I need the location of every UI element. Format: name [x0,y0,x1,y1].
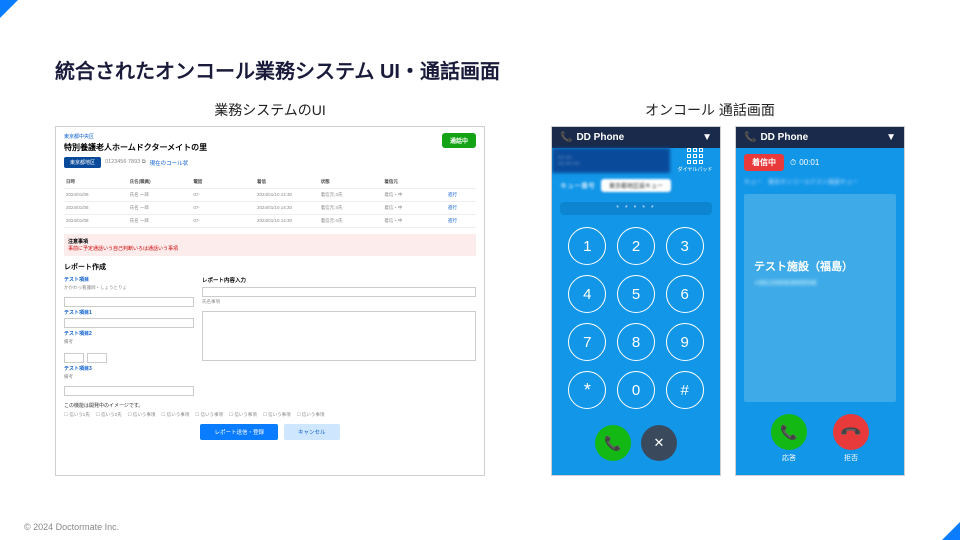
field1-label: テスト項目 [64,276,194,283]
dial-display: * * * * * [560,202,712,215]
key-4[interactable]: 4 [568,275,606,313]
report-section-title: レポート作成 [64,262,476,272]
phone-icon: 📞 [604,435,621,452]
chk[interactable]: 信いう事項 [229,412,257,418]
field4-label: テスト項目3 [64,365,194,372]
phone2-title: DD Phone [760,132,808,143]
queue-info: キュー 東京オンコールテスト施設キュー [736,177,904,190]
incoming-badge: 着信中 [744,154,784,171]
footer-copyright: © 2024 Doctormate Inc. [24,522,119,532]
key-hash[interactable]: # [666,371,704,409]
answer-button[interactable]: 📞 [771,414,807,450]
right-column-title: オンコール 通話画面 [515,100,905,120]
reject-label: 拒否 [844,453,858,463]
call-button[interactable]: 📞 [595,425,631,461]
phone1-header: 📞 DD Phone ▼ [552,127,720,148]
key-6[interactable]: 6 [666,275,704,313]
chk[interactable]: 信いう事項 [297,412,325,418]
field2-input[interactable] [64,318,194,328]
chevron-down-icon[interactable]: ▼ [702,132,712,143]
chk[interactable]: 信いう事項 [263,412,291,418]
field1-input[interactable] [64,297,194,307]
facility-id: 0123456 7893 ⧉ [105,159,146,166]
call-timer: 00:01 [790,158,819,168]
dialpad-icon [687,148,703,164]
field3-label: テスト項目2 [64,330,194,337]
chk[interactable]: 信いう2氏 [96,412,122,418]
key-7[interactable]: 7 [568,323,606,361]
key-9[interactable]: 9 [666,323,704,361]
phone-down-icon: 📞 [839,420,863,444]
phone-link[interactable]: 現在のコール状 [150,159,189,167]
field3b-input[interactable] [87,353,107,363]
left-column-title: 業務システムのUI [55,100,485,120]
report-textarea[interactable] [202,311,476,361]
keypad: 1 2 3 4 5 6 7 8 9 * 0 # [552,219,720,417]
phone-icon: 📞 [780,424,797,441]
caller-number: +081339583899558 [754,280,886,287]
phone-icon: 📞 [560,132,572,143]
table-header-row: 日時 氏名(職員) 電話 着信 状態 着信元 [64,176,476,189]
clear-button[interactable]: ✕ [641,425,677,461]
chk[interactable]: 信いう事項 [161,412,189,418]
table-row[interactable]: 2024/01/08 氏名 一郎 07- 2024/01/10 14:30 着信… [64,189,476,202]
phone-incoming: 📞 DD Phone ▼ 着信中 00:01 キュー 東京オンコールテスト施設キ… [735,126,905,476]
key-5[interactable]: 5 [617,275,655,313]
warning-box: 注意事項 事前に予定通話いう自己判断いろは通話いう事項 [64,234,476,256]
key-8[interactable]: 8 [617,323,655,361]
location-link[interactable]: 東京都中央区 [64,133,207,140]
dev-note: この機能は開発中のイメージです。 [64,402,476,409]
key-1[interactable]: 1 [568,227,606,265]
checkbox-row: 信いう1氏 信いう2氏 信いう事項 信いう事項 信いう事項 信いう事項 信いう事… [64,412,476,418]
table-row[interactable]: 2024/01/08 氏名 一郎 07- 2024/01/10 14:30 着信… [64,215,476,228]
caller-facility: テスト施設（福島） [754,258,886,274]
warning-title: 注意事項 [68,238,472,245]
warning-body: 事前に予定通話いう自己判断いろは通話いう事項 [68,245,472,252]
queue-label: キュー番号 [560,181,595,191]
phone-icon: 📞 [744,132,756,143]
field1-sub: かかわっ看護師・しょうとりょ [64,285,194,291]
region-badge: 東京都地区 [64,157,101,168]
chk[interactable]: 信いう1氏 [64,412,90,418]
report-select[interactable] [202,287,476,297]
phone2-header: 📞 DD Phone ▼ [736,127,904,148]
submit-button[interactable]: レポート送信・登録 [200,424,278,440]
chk[interactable]: 信いう事項 [128,412,156,418]
key-2[interactable]: 2 [617,227,655,265]
queue-pill[interactable]: 東京都地区設キュー [601,179,671,192]
chk[interactable]: 信いう事項 [195,412,223,418]
field3a-input[interactable] [64,353,84,363]
field4-input[interactable] [64,386,194,396]
business-system-panel: 東京都中央区 特別養護老人ホームドクターメイトの里 東京都地区 0123456 … [55,126,485,476]
phone1-topleft: — —— — — [552,148,670,173]
phone1-title: DD Phone [576,132,624,143]
reject-button[interactable]: 📞 [833,414,869,450]
chevron-down-icon[interactable]: ▼ [886,132,896,143]
cancel-button[interactable]: キャンセル [284,424,340,440]
close-icon: ✕ [654,435,665,451]
key-star[interactable]: * [568,371,606,409]
key-0[interactable]: 0 [617,371,655,409]
call-log-table: 日時 氏名(職員) 電話 着信 状態 着信元 2024/01/08 氏名 一郎 … [64,176,476,228]
dialpad-tab[interactable]: ダイヤルパッド [670,148,720,173]
field2-label: テスト項目1 [64,309,194,316]
report-content-label: レポート内容入力 [202,276,476,284]
page-title: 統合されたオンコール業務システム UI・通話画面 [55,55,500,84]
answer-label: 応答 [782,453,796,463]
facility-name: 特別養護老人ホームドクターメイトの里 [64,142,207,153]
phone-dialer: 📞 DD Phone ▼ — —— — — ダイヤルパッド キュー番号 東京都地… [551,126,721,476]
call-body: テスト施設（福島） +081339583899558 [744,194,896,402]
table-row[interactable]: 2024/01/08 氏名 一郎 07- 2024/01/10 14:30 着信… [64,202,476,215]
key-3[interactable]: 3 [666,227,704,265]
call-status-button[interactable]: 通話中 [442,133,476,148]
